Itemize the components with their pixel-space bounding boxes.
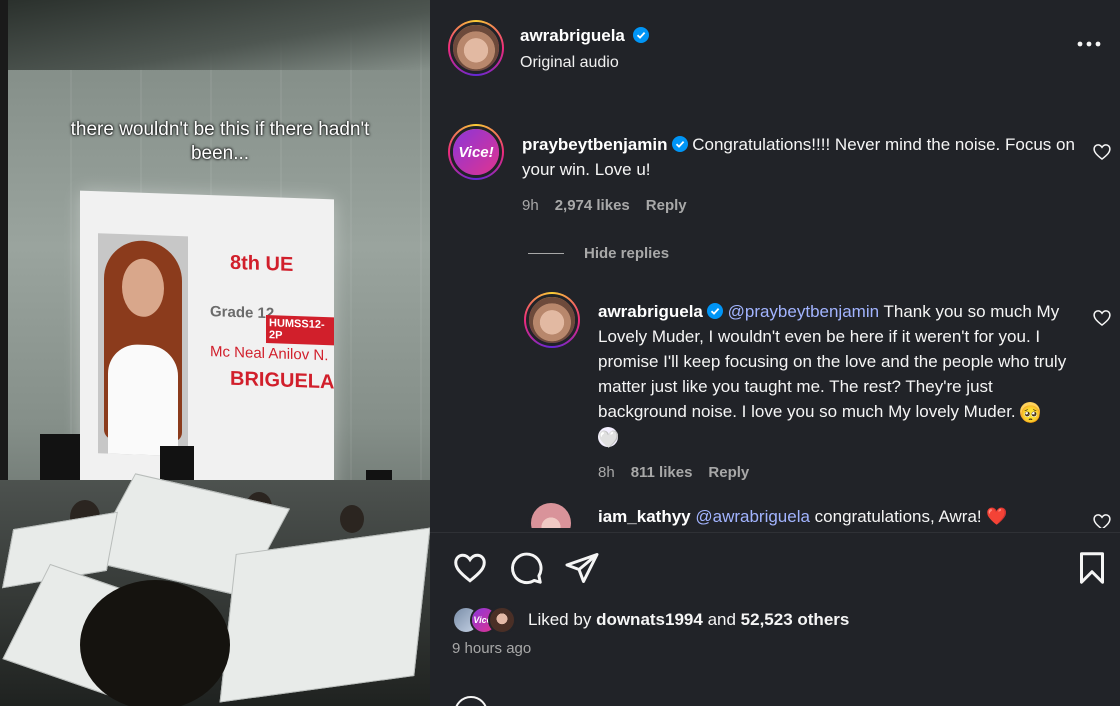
likes-summary: Vice! Liked by downats1994 and 52,523 ot… [452,604,849,636]
comment-time: 9h [522,197,539,214]
hide-replies-button[interactable]: Hide replies [528,245,669,262]
reply-button[interactable]: Reply [708,464,749,481]
heart-icon[interactable] [1092,142,1112,162]
pleading-face-emoji: 🥺 [1020,402,1042,424]
reply-avatar[interactable] [528,500,574,528]
verified-icon [671,136,688,152]
post-header: awrabriguela Original audio [430,0,1120,96]
comment-icon[interactable] [508,550,544,586]
portrait-gown [108,343,178,456]
comment-username[interactable]: praybeytbenjamin [522,135,668,154]
liked-by-text: Liked by downats1994 and 52,523 others [528,610,849,630]
comment-body: praybeytbenjamin Congratulations!!!! Nev… [522,132,1082,182]
author-username[interactable]: awrabriguela [520,26,625,45]
reply-username[interactable]: awrabriguela [598,302,703,321]
action-bar [430,546,1120,590]
liker-avatar [488,606,516,634]
graduate-portrait [98,233,188,457]
liker-avatars: Vice! [452,606,518,634]
reply-mention[interactable]: @awrabriguela [695,507,810,526]
graduate-head [340,505,364,533]
author-line: awrabriguela [520,26,650,46]
commenter-avatar[interactable]: Vice! [448,124,504,180]
reply-avatar[interactable] [524,292,580,348]
reply-body: iam_kathyy @awrabriguela congratulations… [598,504,1068,528]
author-avatar[interactable] [448,20,504,76]
hide-replies-line [528,253,564,254]
hide-replies-label: Hide replies [584,245,670,262]
more-horizontal-icon[interactable] [1076,34,1102,54]
reply-meta: 8h 811 likes Reply [598,464,749,481]
graduate-head-foreground [80,580,230,706]
send-icon[interactable] [564,550,600,586]
screen-name-line1: Mc Neal Anilov N. [210,343,329,365]
reply-button[interactable]: Reply [646,197,687,214]
post-panel: awrabriguela Original audio Vice! praybe… [430,0,1120,706]
reply-mention[interactable]: @praybeytbenjamin [728,302,879,321]
heart-icon[interactable] [1092,512,1112,528]
liked-by-prefix: Liked by [528,610,592,629]
audio-label[interactable]: Original audio [520,54,619,72]
reply-likes[interactable]: 811 likes [631,464,693,481]
liked-by-user[interactable]: downats1994 [596,610,703,629]
reply-username[interactable]: iam_kathyy [598,507,691,526]
commenter-avatar-image: Vice! [453,129,499,175]
comments-list[interactable]: Vice! praybeytbenjamin Congratulations!!… [430,96,1120,528]
comment-meta: 9h 2,974 likes Reply [522,197,687,214]
screen-grade: Grade 12 [210,303,275,323]
heart-icon[interactable] [1092,308,1112,328]
reply-avatar-image [529,297,575,343]
verified-icon [633,27,650,43]
portrait-face [122,258,164,318]
reply-body: awrabriguela @praybeytbenjamin Thank you… [598,299,1068,449]
actions-divider [430,532,1120,533]
verified-icon [706,303,723,319]
red-heart-emoji: ❤️ [986,507,1008,526]
screen-section-badge: HUMSS12-2P [266,315,334,346]
graduation-screen: 8th UE Grade 12 HUMSS12-2P Mc Neal Anilo… [80,190,335,505]
post-media[interactable]: 8th UE Grade 12 HUMSS12-2P Mc Neal Anilo… [0,0,430,706]
emoji-button[interactable] [454,696,488,706]
reply-text: congratulations, Awra! [809,507,987,526]
media-ceiling [0,0,430,70]
post-timestamp[interactable]: 9 hours ago [452,640,531,657]
comment-likes[interactable]: 2,974 likes [555,197,630,214]
reply-time: 8h [598,464,615,481]
screen-name-line2: BRIGUELA [230,367,335,394]
graduation-cap [219,527,430,703]
heart-icon[interactable] [452,550,488,586]
reply-avatar-image [531,503,571,528]
liked-by-others[interactable]: 52,523 others [741,610,850,629]
bookmark-icon[interactable] [1074,550,1110,586]
video-caption: there wouldn't be this if there hadn't b… [70,119,370,164]
screen-heading: 8th UE [230,251,294,277]
white-heart-emoji: 🤍 [598,427,619,449]
author-avatar-image [453,25,499,71]
liked-by-and: and [707,610,736,629]
